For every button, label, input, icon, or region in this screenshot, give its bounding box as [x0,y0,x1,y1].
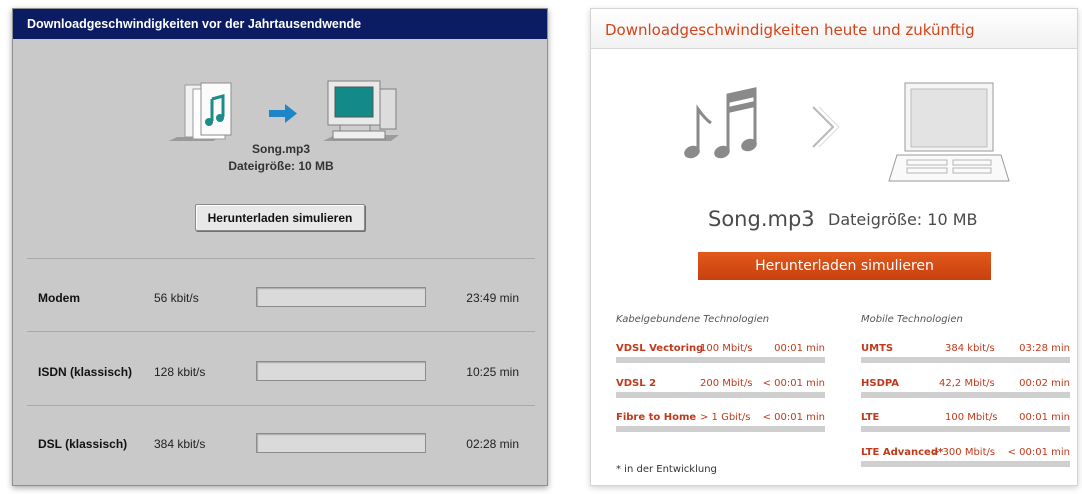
mobile-row: UMTS 384 kbit/s 03:28 min [861,343,1070,367]
wired-row-time: < 00:01 min [762,378,825,389]
legacy-illustration [163,79,423,149]
modern-file-size: Dateigröße: 10 MB [828,210,978,229]
mobile-row: LTE 100 Mbit/s 00:01 min [861,412,1070,436]
mobile-row-name: HSDPA [861,378,900,389]
mobile-progress-bar [861,357,1070,363]
legacy-divider [27,331,535,332]
mobile-progress-bar [861,392,1070,398]
legacy-row-time: 23:49 min [466,291,519,305]
legacy-file-name: Song.mp3 [251,142,310,156]
laptop-icon [888,82,1010,182]
legacy-row-time: 10:25 min [466,365,519,379]
arrow-right-icon [269,104,297,123]
legacy-row-name: Modem [38,291,80,305]
mobile-row-time: 00:02 min [1019,378,1070,389]
mobile-section-title: Mobile Technologien [861,314,963,325]
mobile-row-speed: 100 Mbit/s [945,412,998,423]
wired-row-speed: > 1 Gbit/s [700,412,751,423]
legacy-progress-bar [256,287,426,307]
legacy-row-speed: 384 kbit/s [154,437,206,451]
mobile-row-speed: 384 kbit/s [945,343,995,354]
footnote: * in der Entwicklung [616,464,717,475]
legacy-row-speed: 128 kbit/s [154,365,206,379]
wired-progress-bar [616,357,825,363]
music-file-icon [169,82,232,141]
wired-row-time: < 00:01 min [762,412,825,423]
computer-icon [323,80,399,141]
mobile-progress-bar [861,461,1070,467]
mobile-row-speed: 42,2 Mbit/s [939,378,995,389]
legacy-row: Modem 56 kbit/s 23:49 min [13,287,549,311]
modern-panel-title: Downloadgeschwindigkeiten heute und zukü… [591,9,1077,49]
wired-row: VDSL Vectoring 100 Mbit/s 00:01 min [616,343,825,367]
wired-row-name: Fibre to Home [616,412,697,423]
legacy-panel-title: Downloadgeschwindigkeiten vor der Jahrta… [13,9,547,39]
legacy-row-name: DSL (klassisch) [38,437,128,451]
wired-row-name: VDSL Vectoring [616,343,704,354]
modern-illustration [681,81,1021,191]
modern-panel: Downloadgeschwindigkeiten heute und zukü… [590,8,1078,486]
wired-row-speed: 200 Mbit/s [700,378,753,389]
mobile-row: HSDPA 42,2 Mbit/s 00:02 min [861,378,1070,402]
music-notes-icon [684,87,757,159]
wired-row-speed: 100 Mbit/s [700,343,753,354]
wired-progress-bar [616,426,825,432]
legacy-divider [27,405,535,406]
legacy-simulate-button[interactable]: Herunterladen simulieren [195,204,365,231]
legacy-panel: Downloadgeschwindigkeiten vor der Jahrta… [12,8,548,486]
legacy-progress-bar [256,433,426,453]
chevron-right-icon [812,106,840,148]
legacy-row: DSL (klassisch) 384 kbit/s 02:28 min [13,433,549,457]
mobile-row-time: 00:01 min [1019,412,1070,423]
wired-row-name: VDSL 2 [616,378,657,389]
mobile-row: LTE Advanced* > 300 Mbit/s < 00:01 min [861,447,1070,471]
mobile-row-speed: > 300 Mbit/s [931,447,996,458]
mobile-row-name: LTE [861,412,880,423]
modern-simulate-button[interactable]: Herunterladen simulieren [698,252,991,280]
mobile-row-name: UMTS [861,343,894,354]
modern-file-name: Song.mp3 [708,207,815,231]
legacy-progress-bar [256,361,426,381]
wired-row-time: 00:01 min [774,343,825,354]
wired-progress-bar [616,392,825,398]
legacy-row: ISDN (klassisch) 128 kbit/s 10:25 min [13,361,549,385]
mobile-row-time: 03:28 min [1019,343,1070,354]
legacy-row-time: 02:28 min [466,437,519,451]
mobile-progress-bar [861,426,1070,432]
legacy-file-info: Song.mp3 Dateigröße: 10 MB [13,141,549,175]
wired-row: Fibre to Home > 1 Gbit/s < 00:01 min [616,412,825,436]
wired-section-title: Kabelgebundene Technologien [616,314,770,325]
legacy-divider [27,258,535,259]
wired-row: VDSL 2 200 Mbit/s < 00:01 min [616,378,825,402]
legacy-row-speed: 56 kbit/s [154,291,199,305]
legacy-row-name: ISDN (klassisch) [38,365,133,379]
mobile-row-time: < 00:01 min [1007,447,1070,458]
legacy-file-size: Dateigröße: 10 MB [228,159,334,173]
